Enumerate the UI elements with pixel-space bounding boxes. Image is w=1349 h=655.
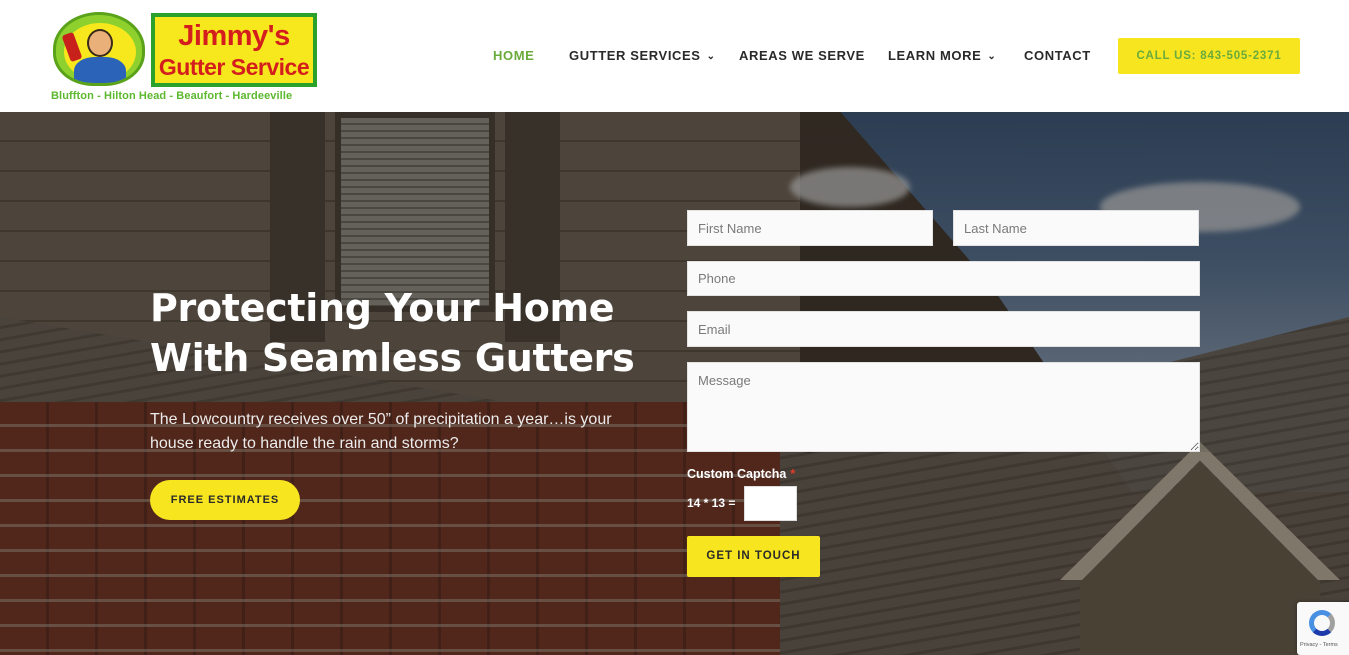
last-name-field[interactable] (953, 210, 1199, 246)
hero-section: Protecting Your Home With Seamless Gutte… (0, 112, 1349, 655)
captcha-label-text: Custom Captcha (687, 467, 787, 481)
get-in-touch-button[interactable]: GET IN TOUCH (687, 536, 820, 577)
recaptcha-icon (1309, 610, 1335, 636)
logo-tagline: Bluffton - Hilton Head - Beaufort - Hard… (51, 90, 293, 102)
nav-home[interactable]: HOME (493, 48, 534, 63)
captcha-question: 14 * 13 = (687, 496, 736, 510)
nav-learn-more[interactable]: LEARN MORE ⌄ (888, 48, 996, 63)
phone-field[interactable] (687, 261, 1200, 296)
message-field[interactable] (687, 362, 1200, 452)
captcha-input[interactable] (744, 486, 797, 521)
nav-gutter-services-label: GUTTER SERVICES (569, 48, 701, 63)
nav-areas-we-serve[interactable]: AREAS WE SERVE (739, 48, 865, 63)
nav-gutter-services[interactable]: GUTTER SERVICES ⌄ (569, 48, 716, 63)
logo-title-line2: Gutter Service (158, 54, 310, 80)
logo-title-line1: Jimmy's (178, 20, 290, 52)
first-name-field[interactable] (687, 210, 933, 246)
nav-learn-more-label: LEARN MORE (888, 48, 982, 63)
site-header: Jimmy's Gutter Service Bluffton - Hilton… (0, 0, 1349, 112)
hero-title: Protecting Your Home With Seamless Gutte… (150, 286, 635, 380)
recaptcha-badge[interactable]: Privacy - Terms (1297, 602, 1349, 655)
chevron-down-icon: ⌄ (706, 51, 716, 62)
call-us-button[interactable]: CALL US: 843-505-2371 (1118, 38, 1300, 74)
free-estimates-button[interactable]: FREE ESTIMATES (150, 480, 300, 520)
mascot-icon (53, 12, 145, 86)
chevron-down-icon: ⌄ (987, 51, 997, 62)
required-marker: * (790, 467, 796, 481)
captcha-label: Custom Captcha * (687, 467, 795, 481)
email-field[interactable] (687, 311, 1200, 347)
recaptcha-links[interactable]: Privacy - Terms (1300, 642, 1338, 648)
site-logo[interactable]: Jimmy's Gutter Service Bluffton - Hilton… (50, 10, 320, 105)
logo-sign: Jimmy's Gutter Service (151, 13, 317, 87)
nav-contact[interactable]: CONTACT (1024, 48, 1091, 63)
hero-text: The Lowcountry receives over 50” of prec… (150, 411, 612, 452)
